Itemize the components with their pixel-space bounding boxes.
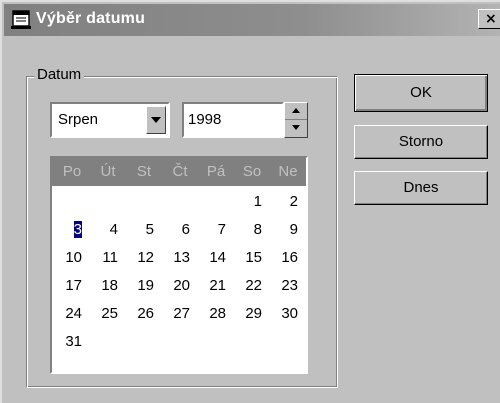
calendar-day[interactable]: 24	[56, 304, 82, 324]
title-bar[interactable]: Výběr datumu	[4, 4, 500, 36]
calendar-day-number: 29	[245, 305, 262, 322]
calendar-day-number: 23	[281, 277, 298, 294]
weekday-label: Pá	[206, 163, 226, 180]
weekday-label: St	[136, 163, 152, 180]
calendar-day[interactable]: 7	[200, 220, 226, 240]
calendar-day-number: 19	[137, 277, 154, 294]
year-spinner[interactable]	[284, 102, 308, 138]
arrow-down-icon	[292, 125, 300, 130]
calendar-day[interactable]: 15	[236, 248, 262, 268]
year-down-button[interactable]	[285, 120, 307, 137]
calendar-window-icon	[11, 10, 31, 29]
calendar-day[interactable]: 21	[200, 276, 226, 296]
group-label: Datum	[34, 66, 85, 83]
cancel-button[interactable]: Storno	[354, 125, 488, 159]
calendar-day-number: 25	[101, 305, 118, 322]
calendar-day[interactable]: 18	[92, 276, 118, 296]
arrow-up-icon	[292, 108, 300, 113]
month-value: Srpen	[58, 111, 99, 128]
month-dropdown-button[interactable]	[146, 106, 166, 134]
calendar-day-number: 5	[145, 221, 154, 238]
calendar-day-number: 28	[209, 305, 226, 322]
close-button[interactable]: ×	[478, 9, 500, 29]
calendar-day-number: 8	[253, 221, 262, 238]
calendar-day[interactable]: 5	[128, 220, 154, 240]
calendar-day-number: 6	[181, 221, 190, 238]
calendar-day-number: 15	[245, 249, 262, 266]
calendar-day-number: 22	[245, 277, 262, 294]
calendar-day-number: 1	[253, 193, 262, 210]
calendar-day-number: 10	[65, 249, 82, 266]
dialog-title: Výběr datumu	[36, 10, 146, 27]
calendar-day-number: 24	[65, 305, 82, 322]
calendar-day[interactable]: 11	[92, 248, 118, 268]
calendar-day[interactable]: 10	[56, 248, 82, 268]
calendar-day[interactable]: 27	[164, 304, 190, 324]
calendar-day[interactable]: 16	[272, 248, 298, 268]
chevron-down-icon	[151, 117, 161, 123]
calendar-day[interactable]: 20	[164, 276, 190, 296]
calendar-day[interactable]: 28	[200, 304, 226, 324]
calendar-day[interactable]: 12	[128, 248, 154, 268]
weekday-label: Po	[62, 163, 82, 180]
weekday-label: Út	[100, 163, 116, 180]
calendar-day-number: 2	[289, 193, 298, 210]
calendar-day[interactable]: 31	[56, 332, 82, 352]
calendar-grid: Po Út St Čt Pá So Ne 1 2 3 4 5 6 7 8 9 10 11 12 13 14 15 16 17…	[50, 156, 308, 374]
calendar-day[interactable]: 14	[200, 248, 226, 268]
calendar-day[interactable]: 23	[272, 276, 298, 296]
calendar-day-number: 17	[65, 277, 82, 294]
calendar-day-number: 16	[281, 249, 298, 266]
calendar-day-number: 3	[73, 221, 82, 238]
calendar-day[interactable]: 3	[56, 220, 82, 240]
calendar-day-number: 30	[281, 305, 298, 322]
calendar-day[interactable]: 19	[128, 276, 154, 296]
calendar-day[interactable]: 13	[164, 248, 190, 268]
date-picker-dialog: Výběr datumu × Datum Srpen 1998 Po Út St Čt…	[0, 0, 500, 403]
year-value: 1998	[188, 111, 222, 128]
calendar-day-number: 12	[137, 249, 154, 266]
calendar-day[interactable]: 29	[236, 304, 262, 324]
calendar-day-number: 7	[217, 221, 226, 238]
calendar-day[interactable]: 2	[272, 192, 298, 212]
calendar-day-number: 31	[65, 333, 82, 350]
year-input[interactable]: 1998	[182, 102, 284, 138]
calendar-day[interactable]: 17	[56, 276, 82, 296]
calendar-day[interactable]: 9	[272, 220, 298, 240]
weekday-header: Po Út St Čt Pá So Ne	[52, 158, 306, 186]
calendar-day-number: 9	[289, 221, 298, 238]
calendar-day[interactable]: 30	[272, 304, 298, 324]
today-button[interactable]: Dnes	[354, 171, 488, 205]
weekday-label: Čt	[172, 163, 188, 180]
calendar-day-number: 18	[101, 277, 118, 294]
weekday-label: So	[242, 163, 262, 180]
calendar-day-number: 20	[173, 277, 190, 294]
year-up-button[interactable]	[285, 103, 307, 120]
calendar-day-number: 21	[209, 277, 226, 294]
calendar-day-number: 11	[102, 249, 118, 266]
calendar-day[interactable]: 8	[236, 220, 262, 240]
ok-button[interactable]: OK	[354, 74, 488, 112]
calendar-day[interactable]: 26	[128, 304, 154, 324]
calendar-day-number: 26	[137, 305, 154, 322]
calendar-day[interactable]: 4	[92, 220, 118, 240]
month-select[interactable]: Srpen	[50, 102, 170, 138]
calendar-day-number: 4	[109, 221, 118, 238]
calendar-day-number: 27	[173, 305, 190, 322]
calendar-day-number: 13	[173, 249, 190, 266]
calendar-day[interactable]: 6	[164, 220, 190, 240]
calendar-day[interactable]: 22	[236, 276, 262, 296]
weekday-label: Ne	[278, 163, 298, 180]
calendar-day[interactable]: 25	[92, 304, 118, 324]
calendar-day-number: 14	[209, 249, 226, 266]
calendar-day[interactable]: 1	[236, 192, 262, 212]
